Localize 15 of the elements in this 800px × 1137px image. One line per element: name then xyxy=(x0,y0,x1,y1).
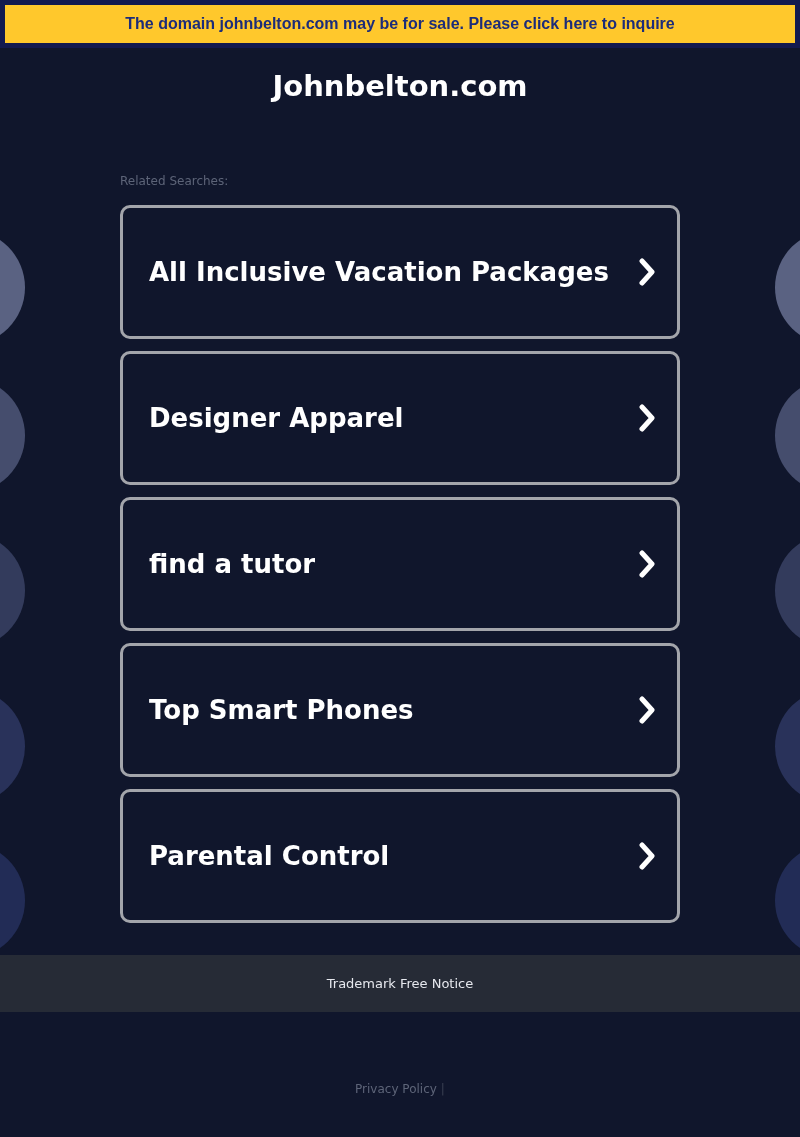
related-search-link[interactable]: Parental Control xyxy=(120,789,680,923)
related-search-link[interactable]: All Inclusive Vacation Packages xyxy=(120,205,680,339)
site-title: Johnbelton.com xyxy=(270,68,529,104)
trademark-notice-link[interactable]: Trademark Free Notice xyxy=(326,973,474,994)
related-searches-heading: Related Searches: xyxy=(120,174,230,188)
chevron-right-icon xyxy=(639,696,655,724)
chevron-right-icon xyxy=(639,842,655,870)
sale-banner-link[interactable]: The domain johnbelton.com may be for sale. Please click here to inquire xyxy=(5,5,795,43)
related-search-link[interactable]: find a tutor xyxy=(120,497,680,631)
chevron-right-icon xyxy=(639,550,655,578)
related-search-link[interactable]: Top Smart Phones xyxy=(120,643,680,777)
chevron-right-icon xyxy=(639,404,655,432)
chevron-right-icon xyxy=(639,258,655,286)
footer-separator: | xyxy=(440,1081,445,1098)
related-search-link[interactable]: Designer Apparel xyxy=(120,351,680,485)
